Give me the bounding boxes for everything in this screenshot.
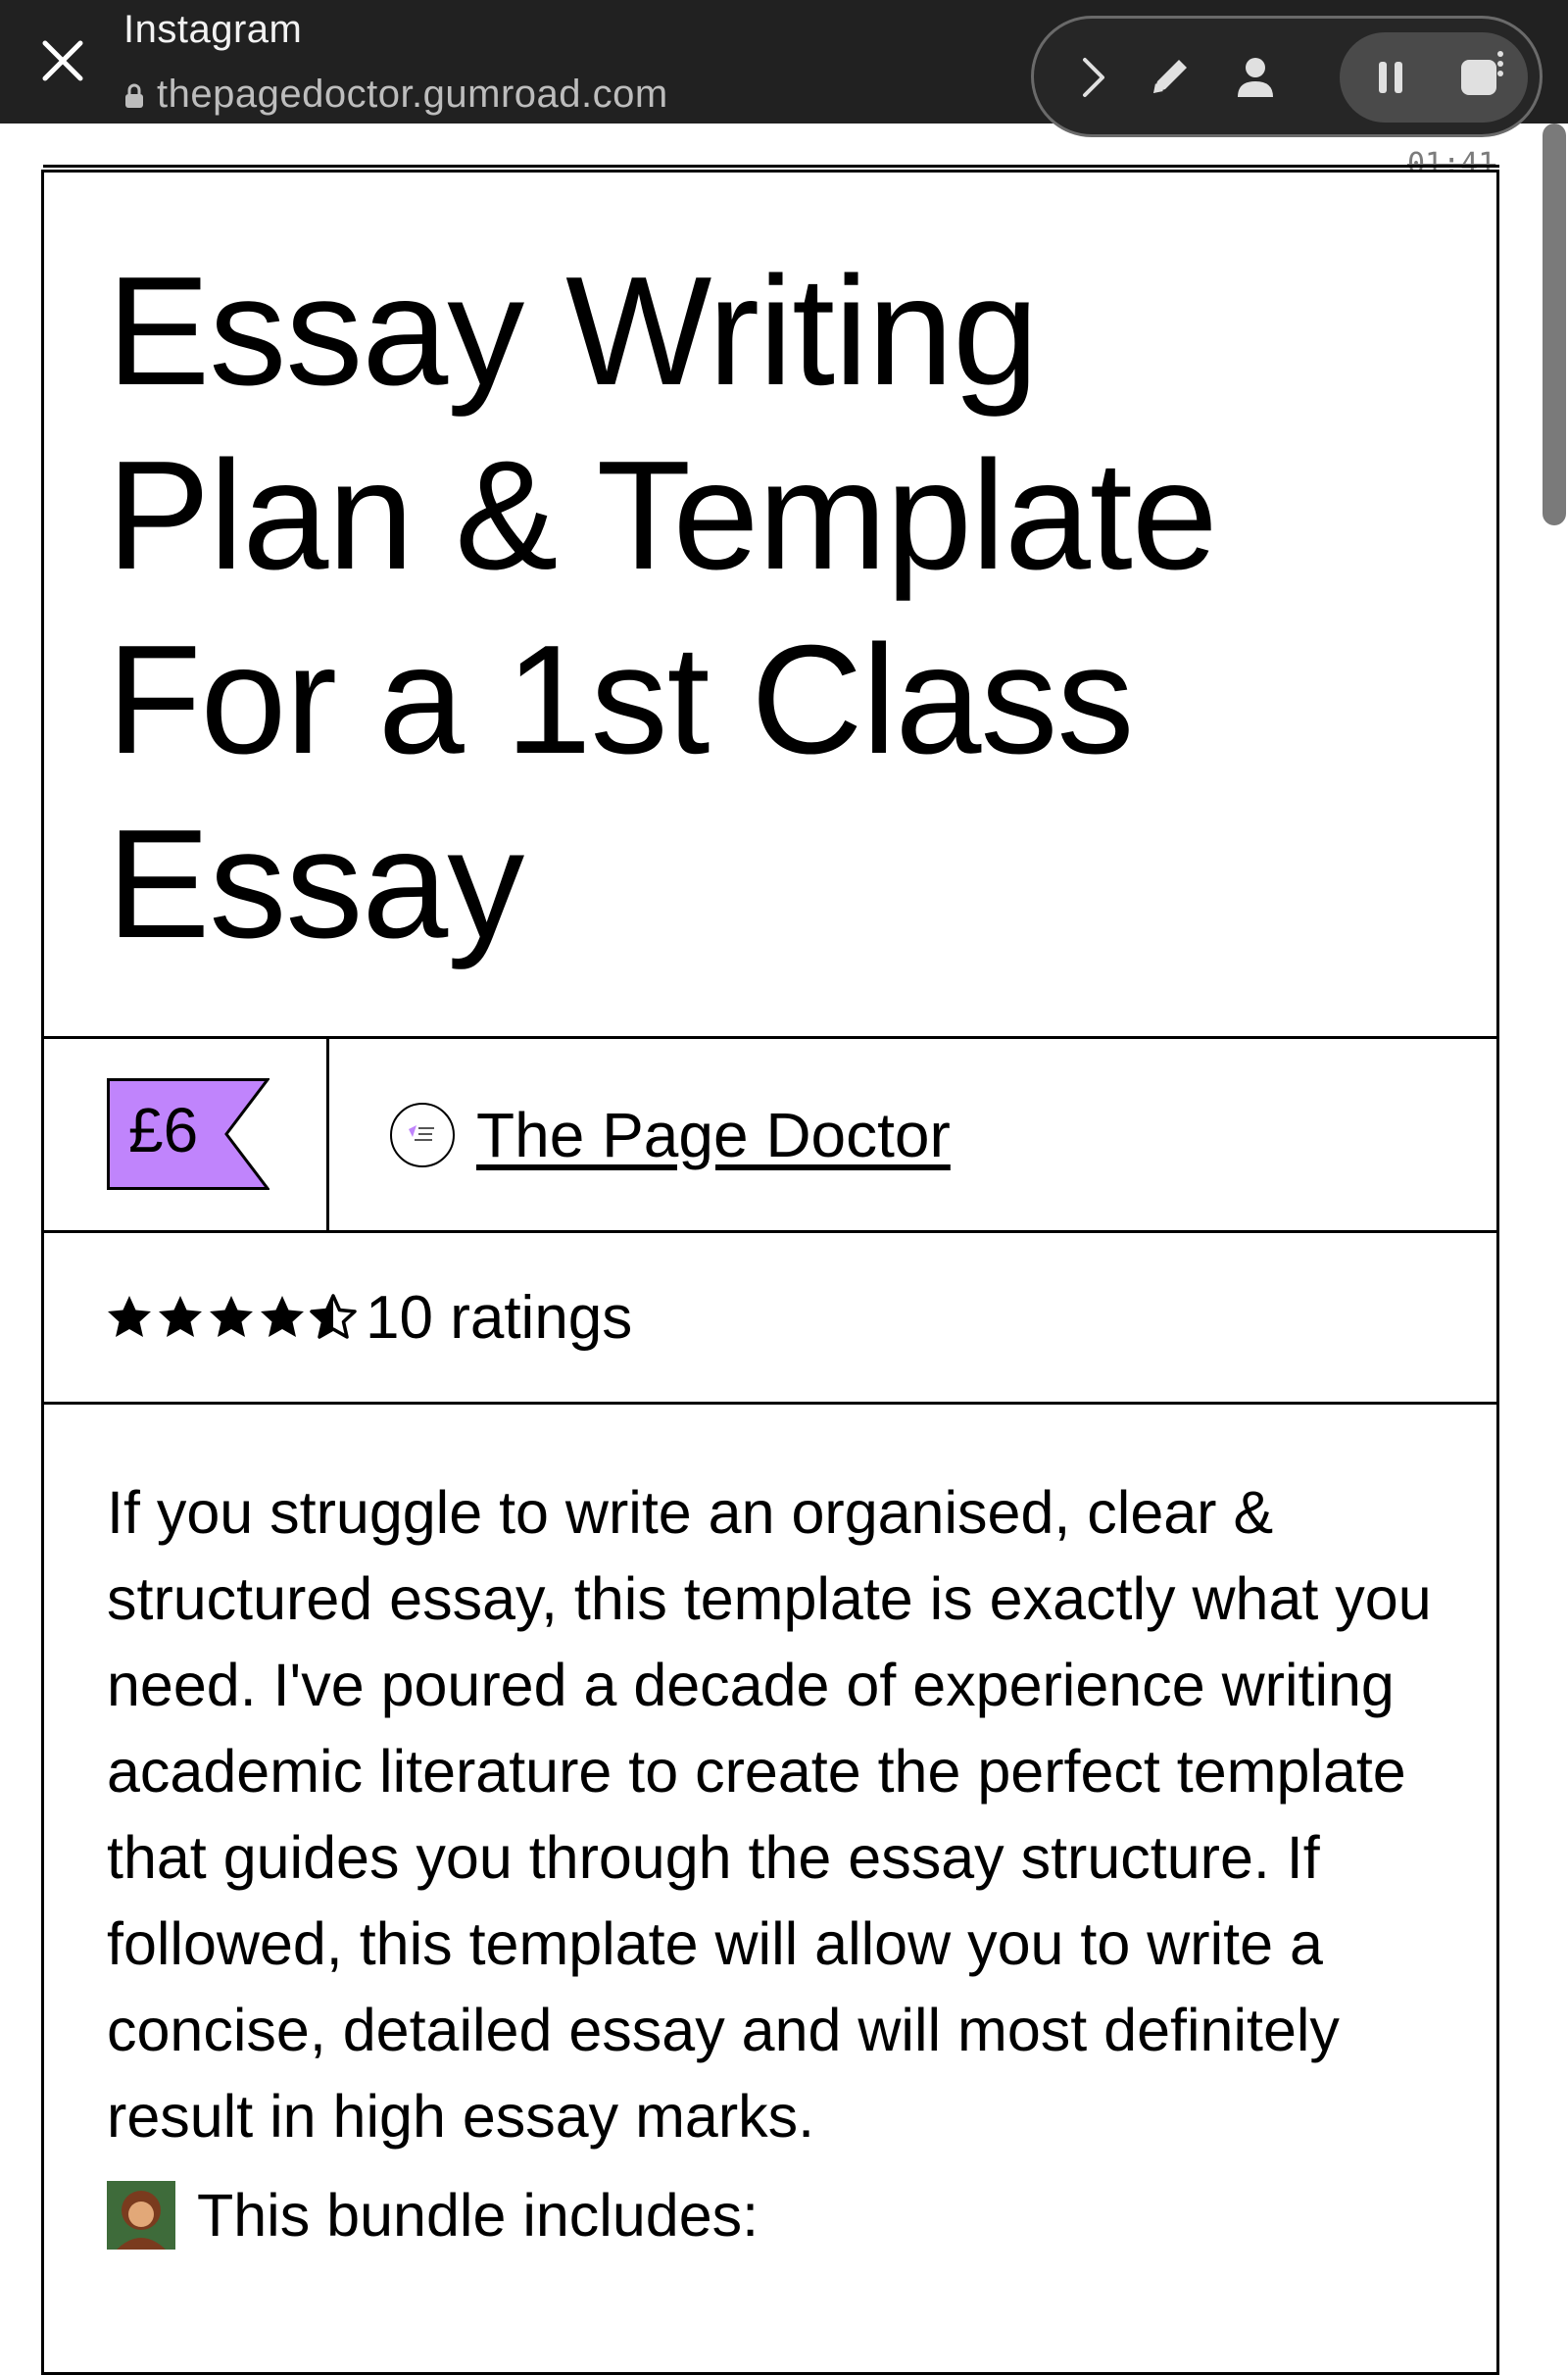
star-full-icon	[156, 1293, 205, 1342]
product-description: If you struggle to write an organised, c…	[44, 1405, 1496, 2250]
scroll-thumb[interactable]	[1543, 124, 1566, 525]
price-label: £6	[128, 1095, 199, 1165]
card-top-border	[43, 165, 1499, 168]
price-tag: £6	[107, 1078, 270, 1190]
bundle-intro-text: This bundle includes:	[197, 2182, 760, 2249]
rating-row[interactable]: 10 ratings	[44, 1233, 1496, 1405]
page-scrollbar[interactable]	[1541, 124, 1568, 2324]
rating-count: 10 ratings	[366, 1283, 633, 1352]
star-half-icon	[309, 1293, 358, 1342]
url-text: thepagedoctor.gumroad.com	[157, 72, 668, 116]
person-emoji-icon	[107, 2181, 175, 2250]
product-card: Essay Writing Plan & Template For a 1st …	[41, 170, 1499, 2375]
star-full-icon	[258, 1293, 307, 1342]
stop-icon[interactable]	[1449, 48, 1508, 107]
screen-recorder-controls	[1031, 16, 1543, 137]
title-line: Essay Writing	[107, 245, 1039, 418]
price-cell: £6	[44, 1039, 329, 1230]
title-line: Plan & Template	[107, 429, 1218, 602]
creator-logo-icon	[409, 1124, 434, 1141]
lock-icon	[125, 83, 143, 108]
product-title: Essay Writing Plan & Template For a 1st …	[107, 239, 1436, 976]
pause-icon[interactable]	[1361, 48, 1420, 107]
description-paragraph: If you struggle to write an organised, c…	[107, 1479, 1432, 2150]
creator-link[interactable]: The Page Doctor	[476, 1099, 951, 1171]
title-line: Essay	[107, 798, 524, 970]
star-full-icon	[105, 1293, 154, 1342]
title-line: For a 1st Class	[107, 614, 1134, 786]
bundle-intro: This bundle includes:	[107, 2181, 1434, 2250]
star-full-icon	[207, 1293, 256, 1342]
product-meta-row: £6 The Page Doctor	[44, 1039, 1496, 1233]
app-title: Instagram	[123, 8, 303, 51]
rating-stars	[105, 1293, 360, 1342]
person-icon[interactable]	[1226, 48, 1285, 107]
pencil-icon[interactable]	[1140, 48, 1199, 107]
url-bar[interactable]: thepagedoctor.gumroad.com	[123, 67, 668, 122]
recording-control-group	[1340, 32, 1528, 123]
product-title-section: Essay Writing Plan & Template For a 1st …	[44, 173, 1496, 1039]
chevron-right-icon[interactable]	[1063, 48, 1122, 107]
creator-avatar[interactable]	[390, 1102, 455, 1167]
close-icon[interactable]	[35, 33, 90, 88]
creator-cell: The Page Doctor	[329, 1039, 1496, 1230]
